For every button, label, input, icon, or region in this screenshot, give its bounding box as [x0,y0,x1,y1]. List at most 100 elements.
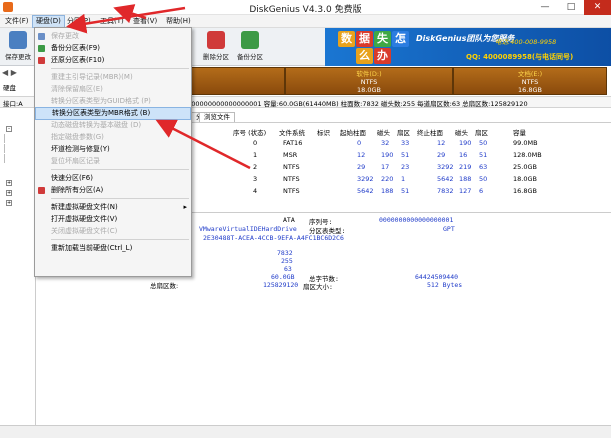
delete-partition-label: 删除分区 [203,53,229,61]
window-title: DiskGenius V4.3.0 免费版 [249,5,362,15]
detail-interface: ATA [283,216,295,224]
disk-menu-item[interactable]: 删除所有分区(A) [35,184,191,197]
disk-menu-item-label: 重新加载当前硬盘(Ctrl_L) [51,244,133,252]
table-cell-eh: 16 [459,151,468,159]
table-cell-num: 3 [253,175,258,183]
minimize-button[interactable]: — [532,0,558,15]
disk-menu-item-label: 备份分区表(F9) [51,44,100,52]
backup-table-icon [38,45,45,52]
table-cell-ss: 1 [401,175,406,183]
tab-browse-files[interactable]: 浏览文件 [199,112,235,122]
table-cell-ss: 51 [401,151,410,159]
table-cell-es: 6 [479,187,484,195]
col-header: 磁头 [455,129,468,137]
banner-tile: 么 [356,48,373,64]
tree-expand-icon[interactable]: + [6,200,12,206]
detail-sectors: 63 [284,265,292,273]
partition-size: 16.8GB [518,86,542,94]
disk-menu-item-label: 删除所有分区(A) [51,186,104,194]
table-cell-fs: NTFS [283,163,300,171]
banner-tile: 怎 [392,31,409,47]
col-header: 文件系统 [279,129,305,137]
tree-node[interactable] [4,154,32,163]
disk-partition-map[interactable]: 软件(D:) NTFS 18.0GB 文档(E:) NTFS 16.8GB [183,67,607,95]
table-cell-sh: 17 [381,163,390,171]
menu-separator [51,169,189,170]
table-row[interactable]: 3 NTFS 3292 220 1 5642 188 50 18.0GB [191,175,611,186]
table-row[interactable]: 1 MSR 12 190 51 29 16 51 128.0MB [191,151,611,162]
tree-node[interactable] [4,134,32,143]
disk-menu-item[interactable]: 复位坏扇区记录 [35,155,191,168]
col-header: 容量 [513,129,526,137]
table-cell-num: 0 [253,139,258,147]
table-cell-ec: 12 [437,139,446,147]
detail-serial-value: 0000000000000000001 [379,216,454,224]
table-cell-ss: 33 [401,139,410,147]
disk-menu-item[interactable]: 重新加载当前硬盘(Ctrl_L) [35,242,191,255]
table-cell-size: 25.0GB [513,163,537,171]
partition-fs: NTFS [521,78,539,86]
partition-size: 18.0GB [357,86,381,94]
save-changes-button[interactable]: 保存更改 [2,30,34,64]
table-cell-fs: MSR [283,151,298,159]
menu-separator [51,68,189,69]
table-cell-es: 50 [479,175,488,183]
table-row[interactable]: 4 NTFS 5642 188 51 7832 127 6 16.8GB [191,187,611,198]
banner-tile: 办 [374,48,391,64]
col-header: 标识 [317,129,330,137]
table-row[interactable]: 0 FAT16 0 32 33 12 190 50 99.0MB [191,139,611,150]
detail-ptype-label: 分区表类型: [309,227,346,235]
table-cell-fs: NTFS [283,175,300,183]
table-cell-ec: 7832 [437,187,454,195]
maximize-button[interactable]: □ [558,0,584,15]
table-row[interactable]: 2 NTFS 29 17 23 3292 219 63 25.0GB [191,163,611,174]
tree-expand-icon[interactable]: + [6,190,12,196]
disk-menu-item-label: 转换分区表类型为GUID格式 (P) [51,97,151,105]
table-cell-es: 51 [479,151,488,159]
backup-partition-label: 备份分区 [237,53,263,61]
banner-tile: 据 [356,31,373,47]
backup-partition-button[interactable]: 备份分区 [234,30,266,64]
disk-menu-item-label: 还原分区表(F10) [51,56,105,64]
disk-menu-item-label: 指定磁盘参数(G) [51,133,104,141]
menu-separator [51,239,189,240]
disk-menu-item[interactable]: 还原分区表(F10) [35,54,191,67]
col-header: 起始柱面 [340,129,366,137]
detail-sector-size-label: 扇区大小: [303,283,333,291]
delete-partition-button[interactable]: 删除分区 [200,30,232,64]
disk-menu-item-label: 复位坏扇区记录 [51,157,100,165]
partition-name: 文档(E:) [517,70,543,78]
menu-file[interactable]: 文件(F) [2,15,32,28]
partition-block-d[interactable]: 软件(D:) NTFS 18.0GB [286,68,452,94]
partition-divider [284,68,286,94]
disk-menu-item[interactable]: 关闭虚拟硬盘文件(C) [35,225,191,238]
table-cell-ec: 3292 [437,163,454,171]
table-cell-ss: 51 [401,187,410,195]
detail-model: VMwareVirtualIDEHardDrive [199,225,297,233]
table-cell-size: 128.0MB [513,151,542,159]
partition-fs: NTFS [360,78,378,86]
close-button[interactable]: ✕ [584,0,611,15]
disk-nav-arrows-icon[interactable]: ◀ ▶ [2,68,17,77]
table-cell-ec: 29 [437,151,446,159]
banner-qq: QQ: 4000089958(与电话同号) [466,53,574,61]
partition-rows: 0 FAT16 0 32 33 12 190 50 99.0MB 1 MSR 12 190 51 29 16 5… [191,139,611,209]
detail-total-sectors-value: 125829120 [263,281,299,289]
disk-menu-item-label: 保存更改 [51,32,79,40]
disk-tree-panel[interactable]: - + + + [0,108,36,438]
disk-info-text: 0000000000000000001 容量:60.0GB(61440MB) 柱… [183,100,528,108]
disk-menu-item-label: 快速分区(F6) [51,174,93,182]
tab-strip: 分区参数 浏览文件 [191,112,611,122]
col-header: 序号 (状态) [233,129,267,137]
delete-partition-icon [207,31,225,49]
table-cell-sc: 5642 [357,187,374,195]
tree-expand-icon[interactable]: + [6,180,12,186]
table-cell-sc: 0 [357,139,362,147]
tree-node[interactable] [4,144,32,153]
partition-block-e[interactable]: 文档(E:) NTFS 16.8GB [454,68,606,94]
table-cell-sh: 188 [381,187,394,195]
table-cell-size: 99.0MB [513,139,538,147]
tree-expand-icon[interactable]: - [6,126,12,132]
disk-menu-dropdown: 保存更改 备份分区表(F9) 还原分区表(F10) 重建主引导记录(MBR)(M) 清除… [34,27,192,277]
menu-separator [51,198,189,199]
